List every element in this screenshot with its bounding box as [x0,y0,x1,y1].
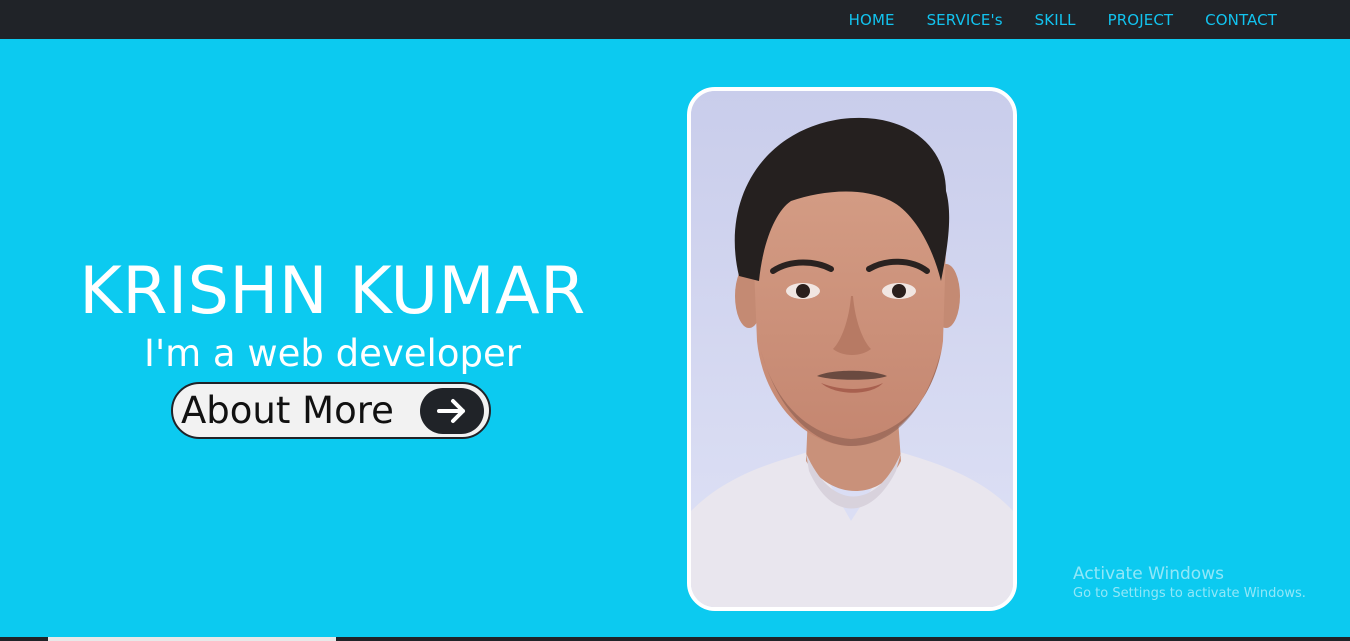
nav-project-link[interactable]: PROJECT [1108,11,1174,29]
about-more-label: About More [181,389,394,432]
nav-services-link[interactable]: SERVICE's [927,11,1003,29]
horizontal-scrollbar-thumb[interactable] [48,637,336,641]
hero-section: KRISHN KUMAR I'm a web developer About M… [0,39,1350,641]
arrow-right-icon [420,388,484,434]
about-more-button[interactable]: About More [171,382,491,439]
profile-photo-illustration [691,91,1013,607]
nav-skill-link[interactable]: SKILL [1035,11,1076,29]
nav-contact-link[interactable]: CONTACT [1205,11,1277,29]
windows-activation-watermark: Activate Windows Go to Settings to activ… [1073,563,1306,603]
hero-name: KRISHN KUMAR [79,254,586,329]
watermark-subtitle: Go to Settings to activate Windows. [1073,586,1306,601]
watermark-title: Activate Windows [1073,564,1224,584]
intro-block: KRISHN KUMAR I'm a web developer [0,253,665,377]
nav-links: HOME SERVICE's SKILL PROJECT CONTACT [817,0,1277,39]
nav-home-link[interactable]: HOME [849,11,895,29]
navbar: HOME SERVICE's SKILL PROJECT CONTACT [0,0,1350,39]
hero-tagline: I'm a web developer [144,332,521,375]
profile-photo [687,87,1017,611]
